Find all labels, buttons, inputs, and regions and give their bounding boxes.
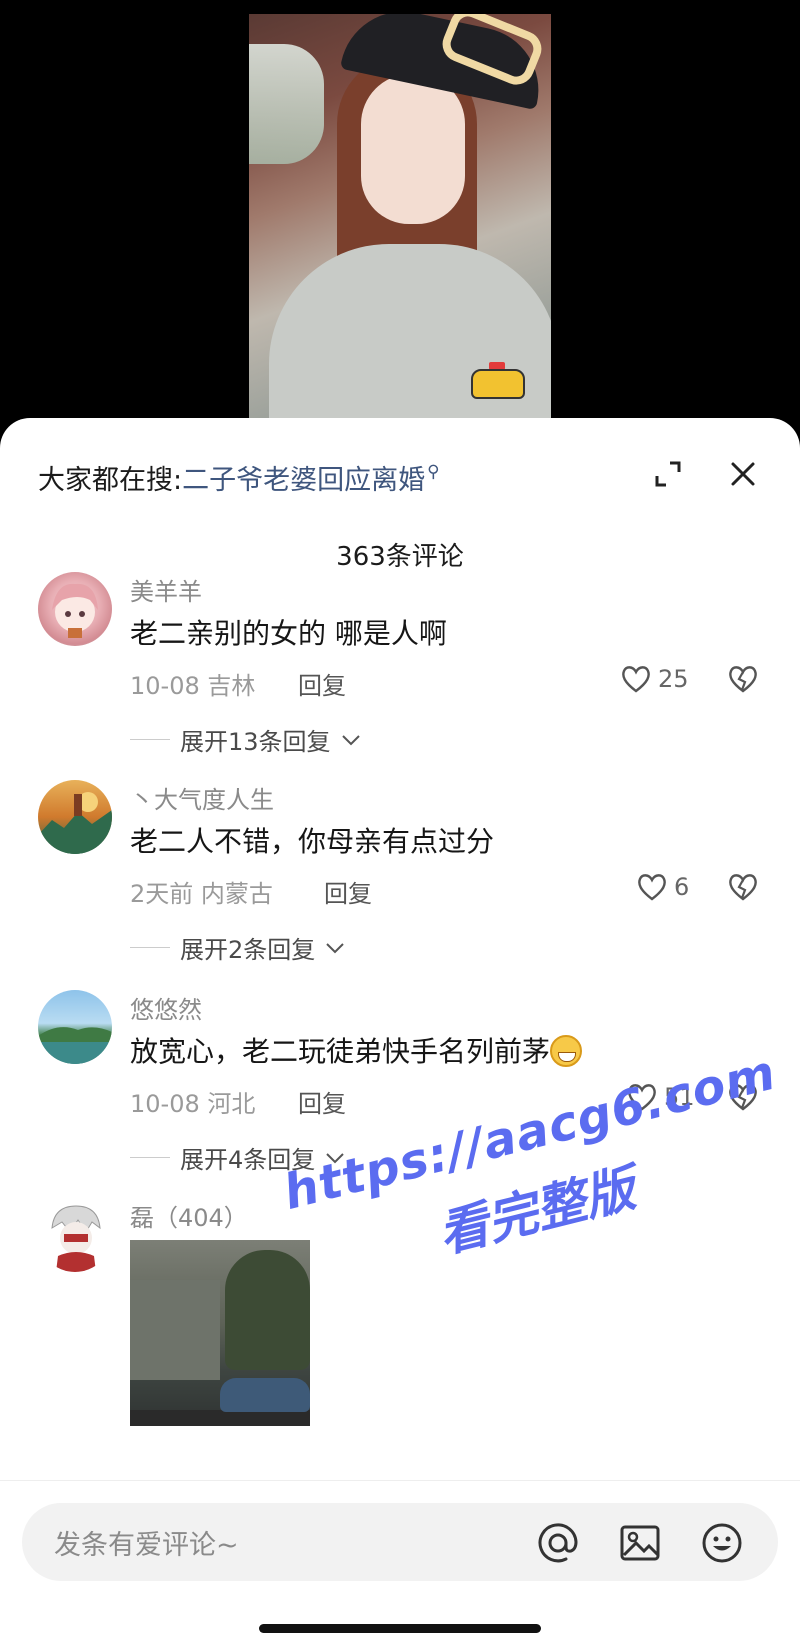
heart-icon <box>638 874 666 901</box>
photo-road <box>130 1410 310 1426</box>
username[interactable]: 磊（404） <box>130 1198 248 1233</box>
comment-input-placeholder: 发条有爱评论~ <box>54 1530 239 1561</box>
expand-icon[interactable] <box>654 460 682 488</box>
video-player[interactable] <box>0 0 800 440</box>
home-indicator <box>259 1624 541 1633</box>
taxi-sticker <box>471 369 525 399</box>
avatar[interactable] <box>38 990 112 1064</box>
reply-button[interactable]: 回复 <box>298 1084 346 1119</box>
video-frame[interactable] <box>249 14 551 418</box>
divider-line <box>130 739 170 740</box>
comment-text-body: 放宽心，老二玩徒弟快手名列前茅 <box>130 1035 551 1068</box>
search-icon[interactable]: ⚲ <box>427 462 439 482</box>
like-button[interactable]: 51 <box>626 1082 695 1112</box>
heart-icon <box>622 666 650 693</box>
chevron-down-icon <box>326 1152 344 1163</box>
image-icon[interactable] <box>618 1521 662 1565</box>
expand-replies-button[interactable]: 展开2条回复 <box>130 930 345 965</box>
expand-replies-label: 展开2条回复 <box>180 936 316 964</box>
comment-sheet: 大家都在搜:二子爷老婆回应离婚 ⚲ 363条评论 美羊羊 老二亲别的女的 哪是人啊… <box>0 418 800 1652</box>
avatar[interactable] <box>38 780 112 854</box>
avatar[interactable] <box>38 572 112 646</box>
reply-button[interactable]: 回复 <box>298 666 346 701</box>
comment-meta: 2天前 内蒙古 <box>130 880 273 908</box>
like-button[interactable]: 25 <box>620 664 689 694</box>
username[interactable]: 丶大气度人生 <box>130 780 274 815</box>
avatar[interactable] <box>38 1198 112 1272</box>
face-shape <box>361 74 465 224</box>
comment-text: 老二人不错，你母亲有点过分 <box>130 825 495 858</box>
chevron-down-icon <box>341 734 360 745</box>
chevron-down-icon <box>326 942 344 953</box>
photo-car <box>220 1378 310 1412</box>
comment-count: 363条评论 <box>336 542 464 572</box>
broken-heart-icon[interactable] <box>727 664 759 694</box>
photo-building <box>130 1280 220 1380</box>
car-window <box>249 44 324 164</box>
broken-heart-icon[interactable] <box>727 872 759 902</box>
username[interactable]: 悠悠然 <box>130 990 202 1025</box>
close-icon[interactable] <box>729 460 757 488</box>
like-count: 6 <box>674 873 690 901</box>
hot-search-bar[interactable]: 大家都在搜:二子爷老婆回应离婚 ⚲ <box>38 458 440 497</box>
comment-image[interactable] <box>130 1240 310 1426</box>
like-count: 25 <box>658 665 689 693</box>
broken-heart-icon[interactable] <box>727 1082 759 1112</box>
comment-input[interactable]: 发条有爱评论~ <box>22 1503 778 1581</box>
like-count: 51 <box>664 1083 695 1111</box>
comment-input-bar: 发条有爱评论~ <box>0 1480 800 1652</box>
divider-line <box>130 947 170 948</box>
grin-emoji-icon <box>550 1035 583 1067</box>
expand-replies-button[interactable]: 展开4条回复 <box>130 1140 345 1175</box>
photo-tree <box>225 1250 310 1370</box>
heart-icon <box>628 1084 656 1111</box>
comment-meta: 10-08 吉林 <box>130 672 256 700</box>
comment-text: 放宽心，老二玩徒弟快手名列前茅 <box>130 1030 583 1070</box>
at-icon[interactable] <box>536 1521 580 1565</box>
expand-replies-button[interactable]: 展开13条回复 <box>130 722 361 757</box>
reply-button[interactable]: 回复 <box>324 874 372 909</box>
comment-text: 老二亲别的女的 哪是人啊 <box>130 617 447 650</box>
comment-meta: 10-08 河北 <box>130 1090 256 1118</box>
expand-replies-label: 展开4条回复 <box>180 1146 316 1174</box>
search-query-link[interactable]: 二子爷老婆回应离婚 <box>182 465 425 496</box>
like-button[interactable]: 6 <box>636 872 689 902</box>
smile-icon[interactable] <box>700 1521 744 1565</box>
divider-line <box>130 1157 170 1158</box>
expand-replies-label: 展开13条回复 <box>180 728 331 756</box>
username[interactable]: 美羊羊 <box>130 572 202 607</box>
search-prefix: 大家都在搜: <box>38 465 183 496</box>
